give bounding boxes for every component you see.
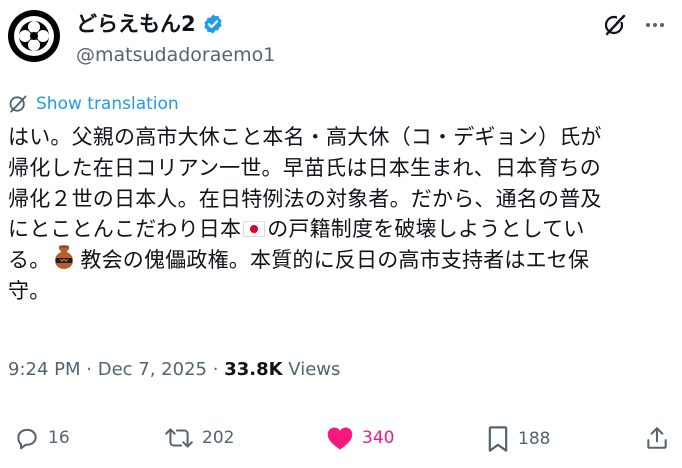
- post-line-part: の戸籍制度を破壊しようとしてい: [267, 217, 585, 242]
- like-heart-icon: [327, 427, 353, 450]
- more-icon[interactable]: [642, 12, 668, 38]
- meta-separator: ·: [86, 359, 92, 380]
- japan-flag-emoji: [243, 221, 266, 238]
- post-date[interactable]: Dec 7, 2025: [98, 359, 207, 380]
- views-label: Views: [288, 359, 341, 380]
- user-handle[interactable]: @matsudadoraemo1: [76, 42, 275, 68]
- reply-icon: [17, 428, 37, 450]
- like-button[interactable]: 340: [326, 425, 394, 451]
- post-line: はい。父親の高市大休こと本名・高大休（コ・デギョン）氏が: [8, 125, 602, 149]
- post-line: にとことんこだわり日本 の戸籍制度を破壊しようとしてい: [8, 214, 676, 245]
- display-name[interactable]: どらえもん2: [76, 10, 196, 38]
- user-name-row: どらえもん2: [76, 10, 224, 38]
- grok-icon[interactable]: [602, 12, 628, 38]
- share-icon: [647, 427, 667, 449]
- action-bar: 16 202 340 188: [14, 425, 674, 461]
- vase-emoji: [55, 245, 74, 270]
- reply-count: 16: [48, 428, 70, 448]
- post-line: 守。: [8, 278, 51, 303]
- top-actions: [602, 12, 668, 38]
- post-line: る。 教会の傀儡政権。本質的に反日の高市支持者はエセ保: [8, 245, 676, 276]
- post-line: 帰化２世の日本人。在日特例法の対象者。だから、通名の普及: [8, 186, 602, 211]
- avatar-crest-icon: [14, 16, 54, 56]
- bookmark-button[interactable]: 188: [486, 425, 550, 453]
- reply-button[interactable]: 16: [14, 425, 70, 451]
- post-line: 帰化した在日コリアン一世。早苗氏は日本生まれ、日本育ちの: [8, 155, 601, 180]
- verified-badge-icon[interactable]: [202, 13, 224, 35]
- repost-button[interactable]: 202: [164, 425, 234, 451]
- show-translation-label[interactable]: Show translation: [36, 92, 179, 116]
- post-text: はい。父親の高市大休こと本名・高大休（コ・デギョン）氏が 帰化した在日コリアン一…: [8, 122, 676, 307]
- bookmark-icon: [488, 426, 508, 452]
- repost-icon: [165, 428, 193, 448]
- translate-icon: [9, 95, 27, 113]
- post-meta: 9:24 PM · Dec 7, 2025 · 33.8K Views: [8, 356, 340, 384]
- meta-separator: ·: [212, 359, 219, 380]
- show-translation-link[interactable]: Show translation: [8, 92, 179, 116]
- post-time[interactable]: 9:24 PM: [8, 359, 81, 380]
- views-count: 33.8K: [224, 359, 283, 380]
- repost-count: 202: [202, 428, 235, 448]
- post-line-part: る。: [8, 248, 51, 273]
- post-line-part: 教会の傀儡政権。本質的に反日の高市支持者はエセ保: [80, 248, 590, 273]
- bookmark-count: 188: [518, 429, 551, 449]
- share-button[interactable]: [644, 425, 670, 451]
- like-count: 340: [362, 428, 395, 448]
- post-line-part: にとことんこだわり日本: [8, 217, 242, 242]
- avatar[interactable]: [8, 10, 60, 62]
